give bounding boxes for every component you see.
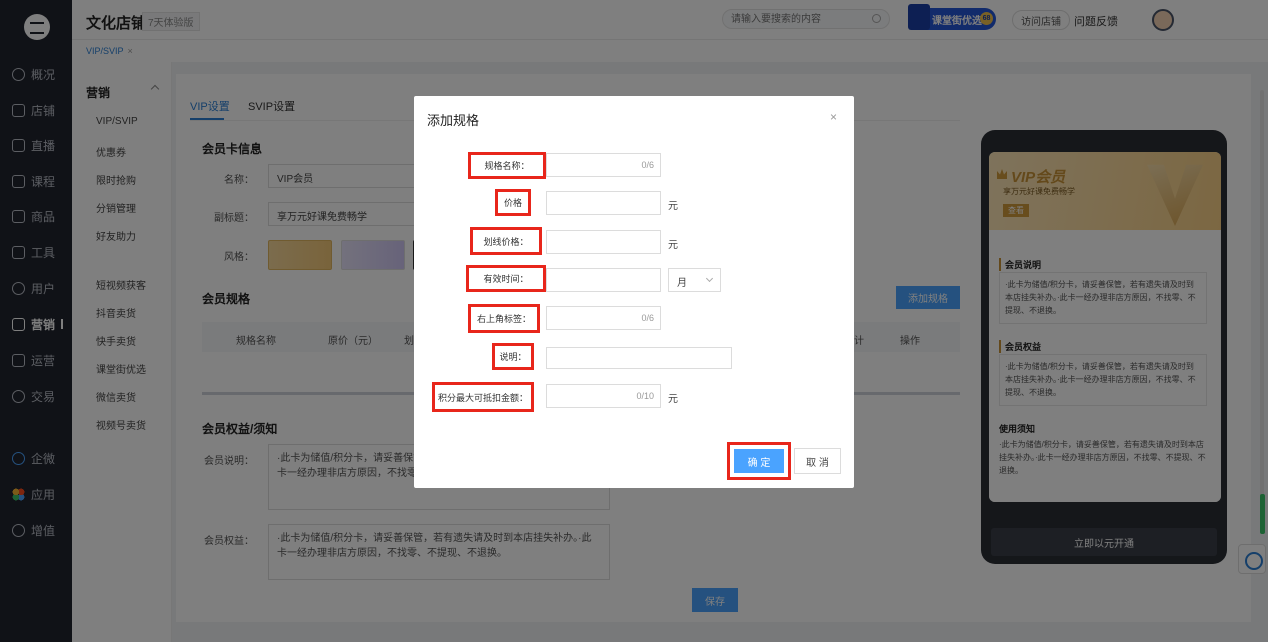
price-unit: 元 (668, 201, 678, 212)
strike-price-label: 划线价格： (470, 227, 542, 255)
price-label: 价格 (495, 189, 531, 216)
points-deduct-label: 积分最大可抵扣金额： (432, 382, 534, 412)
valid-time-unit-select[interactable]: 月 (668, 268, 721, 292)
corner-tag-label: 右上角标签： (468, 304, 540, 333)
valid-time-input[interactable] (546, 268, 661, 292)
spec-name-label: 规格名称： (468, 152, 546, 179)
description-textarea[interactable] (546, 347, 732, 369)
price-input[interactable] (546, 191, 661, 215)
confirm-highlight: 确 定 (727, 442, 791, 480)
points-deduct-unit: 元 (668, 394, 678, 405)
confirm-button[interactable]: 确 定 (734, 449, 784, 473)
add-spec-modal: 添加规格 × 规格名称： 0/6 价格 元 划线价格： 元 有效时间： 月 右上… (414, 96, 854, 488)
spec-name-input[interactable]: 0/6 (546, 153, 661, 177)
strike-price-input[interactable] (546, 230, 661, 254)
cancel-button[interactable]: 取 消 (794, 448, 841, 474)
chevron-down-icon (705, 274, 714, 283)
valid-time-label: 有效时间： (466, 265, 546, 292)
close-icon[interactable]: × (830, 110, 837, 124)
description-label: 说明： (492, 343, 534, 370)
strike-price-unit: 元 (668, 240, 678, 251)
corner-tag-input[interactable]: 0/6 (546, 306, 661, 330)
points-deduct-input[interactable]: 0/10 (546, 384, 661, 408)
modal-title: 添加规格 (427, 113, 480, 128)
